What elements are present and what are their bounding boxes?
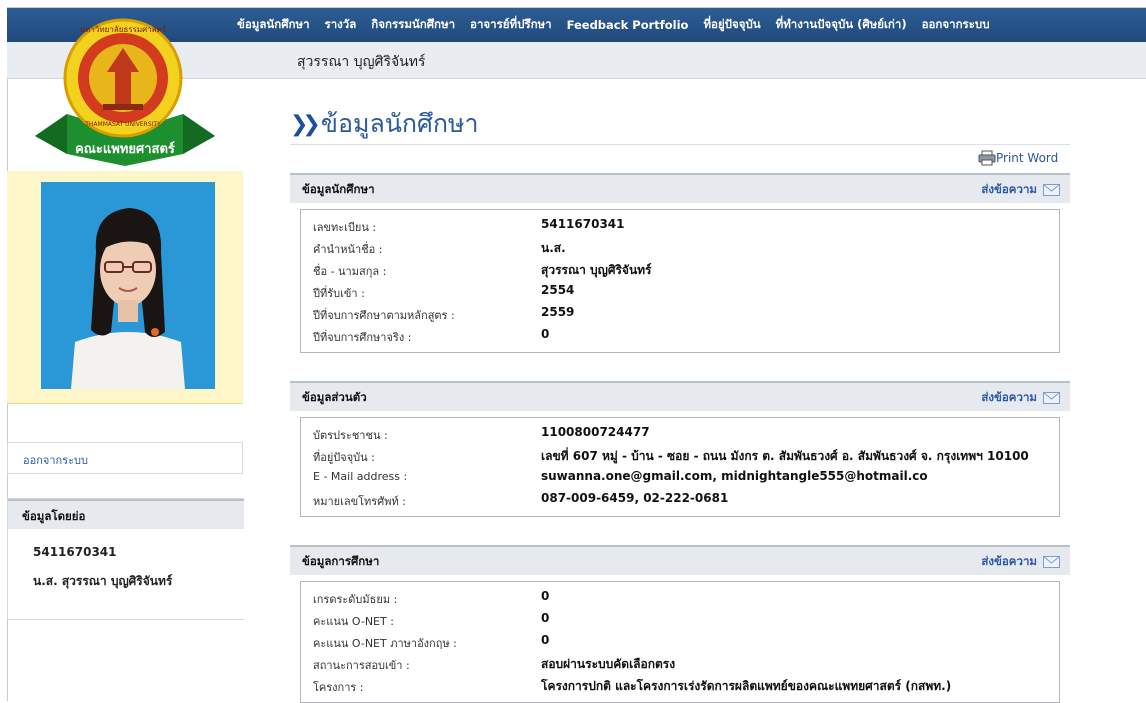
info-row: คำนำหน้าชื่อ : น.ส.: [301, 236, 1059, 258]
nav-item[interactable]: ที่อยู่ปัจจุบัน: [703, 16, 760, 34]
field-label: ปีที่จบการศึกษาจริง :: [313, 331, 412, 344]
ribbon-text: คณะแพทยศาสตร์: [75, 141, 175, 157]
sidebar-logout-box: ออกจากระบบ: [7, 442, 243, 474]
section-body: บัตรประชาชน : 1100800724477 ที่อยู่ปัจจุบั…: [300, 417, 1060, 517]
section-title: ข้อมูลส่วนตัว: [302, 390, 367, 404]
info-row: สถานะการสอบเข้า : สอบผ่านระบบคัดเลือกตรง: [301, 652, 1059, 674]
field-value: เลขที่ 607 หมู่ - บ้าน - ซอย - ถนน มังกร…: [541, 449, 1029, 463]
info-row: ชื่อ - นามสกุล : สุวรรณา บุญศิริจันทร์: [301, 258, 1059, 280]
field-value: โครงการปกติ และโครงการเร่งรัดการผลิตแพทย…: [541, 679, 952, 693]
section-title: ข้อมูลนักศึกษา: [302, 182, 375, 196]
field-label: E - Mail address :: [313, 470, 408, 483]
section-body: เลขทะเบียน : 5411670341 คำนำหน้าชื่อ : น.ส.…: [300, 209, 1060, 353]
nav-item[interactable]: ออกจากระบบ: [922, 16, 990, 34]
student-photo-panel: [7, 171, 243, 404]
field-value: 087-009-6459, 02-222-0681: [541, 491, 729, 505]
field-value: สอบผ่านระบบคัดเลือกตรง: [541, 657, 676, 671]
send-message-label: ส่งข้อความ: [981, 390, 1037, 404]
field-label: ปีที่จบการศึกษาตามหลักสูตร :: [313, 309, 455, 322]
sidebar-brief-header: ข้อมูลโดยย่อ: [8, 499, 244, 529]
field-label: ปีที่รับเข้า :: [313, 287, 365, 300]
field-value: 0: [541, 589, 550, 603]
envelope-icon: [1043, 392, 1060, 404]
section-body: เกรดระดับมัธยม :0 คะแนน O-NET :0 คะแนน O-N…: [300, 581, 1060, 703]
send-message-label: ส่งข้อความ: [981, 182, 1037, 196]
info-row: เกรดระดับมัธยม : 0: [301, 586, 1059, 608]
info-section: ข้อมูลการศึกษา ส่งข้อความเกรดระดับมัธยม :…: [290, 545, 1070, 703]
page-title-text: ข้อมูลนักศึกษา: [320, 109, 479, 138]
field-label: โครงการ :: [313, 681, 364, 694]
info-section: ข้อมูลส่วนตัว ส่งข้อความบัตรประชาชน : 1100…: [290, 381, 1070, 517]
info-section: ข้อมูลนักศึกษา ส่งข้อความเลขทะเบียน : 5411…: [290, 173, 1070, 353]
field-value: 2554: [541, 283, 575, 297]
field-label: บัตรประชาชน :: [313, 429, 388, 442]
field-label: เกรดระดับมัธยม :: [313, 593, 398, 606]
send-message-link[interactable]: ส่งข้อความ: [981, 389, 1060, 407]
sidebar-brief-id: 5411670341: [33, 545, 117, 559]
info-row: E - Mail address : suwanna.one@gmail.com,…: [301, 466, 1059, 488]
field-label: สถานะการสอบเข้า :: [313, 659, 410, 672]
info-row: ที่อยู่ปัจจุบัน : เลขที่ 607 หมู่ - บ้าน …: [301, 444, 1059, 466]
envelope-icon: [1043, 556, 1060, 568]
envelope-icon: [1043, 184, 1060, 196]
sidebar-brief-panel: ข้อมูลโดยย่อ 5411670341 น.ส. สุวรรณา บุญ…: [7, 498, 244, 620]
field-value: 5411670341: [541, 217, 625, 231]
info-row: เลขทะเบียน : 5411670341: [301, 214, 1059, 236]
info-row: หมายเลขโทรศัพท์ : 087-009-6459, 02-222-06…: [301, 488, 1059, 510]
sidebar-brief-title: ข้อมูลโดยย่อ: [22, 509, 86, 523]
student-photo: [41, 182, 215, 389]
nav-item[interactable]: ข้อมูลนักศึกษา: [237, 16, 310, 34]
send-message-link[interactable]: ส่งข้อความ: [981, 181, 1060, 199]
sidebar-logout-link[interactable]: ออกจากระบบ: [23, 451, 88, 469]
nav-item[interactable]: อาจารย์ที่ปรึกษา: [470, 16, 552, 34]
field-value: 1100800724477: [541, 425, 650, 439]
nav-item[interactable]: Feedback Portfolio: [567, 18, 689, 32]
printer-icon: [978, 150, 996, 166]
field-value: 2559: [541, 305, 575, 319]
field-label: คำนำหน้าชื่อ :: [313, 243, 383, 256]
student-name: สุวรรณา บุญศิริจันทร์: [297, 54, 426, 70]
field-value: suwanna.one@gmail.com, midnightangle555@…: [541, 469, 928, 483]
field-label: ชื่อ - นามสกุล :: [313, 265, 387, 278]
nav-menu: ข้อมูลนักศึกษา รางวัล กิจกรรมนักศึกษา อาจาร…: [237, 8, 990, 42]
print-word-label: Print Word: [996, 151, 1059, 165]
double-chevron-icon: ❯❯: [290, 111, 321, 137]
nav-item[interactable]: ที่ทำงานปัจจุบัน (ศิษย์เก่า): [776, 16, 907, 34]
section-header: ข้อมูลการศึกษา ส่งข้อความ: [290, 545, 1070, 575]
section-header: ข้อมูลส่วนตัว ส่งข้อความ: [290, 381, 1070, 411]
field-label: หมายเลขโทรศัพท์ :: [313, 495, 406, 508]
field-value: 0: [541, 327, 550, 341]
field-value: สุวรรณา บุญศิริจันทร์: [541, 263, 652, 277]
field-label: ที่อยู่ปัจจุบัน :: [313, 451, 375, 464]
send-message-label: ส่งข้อความ: [981, 554, 1037, 568]
page-title: ❯❯ ข้อมูลนักศึกษา: [290, 104, 479, 144]
print-word-button[interactable]: Print Word: [978, 150, 1058, 166]
title-divider: [290, 144, 1070, 145]
field-value: 0: [541, 611, 550, 625]
nav-item[interactable]: กิจกรรมนักศึกษา: [371, 16, 455, 34]
sidebar-brief-name: น.ส. สุวรรณา บุญศิริจันทร์: [33, 574, 173, 588]
section-header: ข้อมูลนักศึกษา ส่งข้อความ: [290, 173, 1070, 203]
seal-top-text: มหาวิทยาลัยธรรมศาสตร์: [80, 24, 167, 34]
field-label: เลขทะเบียน :: [313, 221, 377, 234]
field-value: น.ส.: [541, 241, 566, 255]
field-label: คะแนน O-NET ภาษาอังกฤษ :: [313, 637, 457, 650]
info-row: ปีที่จบการศึกษาตามหลักสูตร : 2559: [301, 302, 1059, 324]
section-title: ข้อมูลการศึกษา: [302, 554, 380, 568]
info-row: คะแนน O-NET ภาษาอังกฤษ : 0: [301, 630, 1059, 652]
send-message-link[interactable]: ส่งข้อความ: [981, 553, 1060, 571]
info-row: คะแนน O-NET : 0: [301, 608, 1059, 630]
field-value: 0: [541, 633, 550, 647]
info-row: ปีที่รับเข้า : 2554: [301, 280, 1059, 302]
field-label: คะแนน O-NET :: [313, 615, 394, 628]
info-row: บัตรประชาชน : 1100800724477: [301, 422, 1059, 444]
seal-bottom-text: THAMMASAT UNIVERSITY: [84, 121, 161, 128]
nav-item[interactable]: รางวัล: [325, 16, 357, 34]
faculty-logo: คณะแพทยศาสตร์ มหาวิทยาลัยธรรมศาสตร์ THAM…: [7, 8, 243, 168]
info-row: โครงการ : โครงการปกติ และโครงการเร่งรัดกา…: [301, 674, 1059, 696]
info-row: ปีที่จบการศึกษาจริง : 0: [301, 324, 1059, 346]
